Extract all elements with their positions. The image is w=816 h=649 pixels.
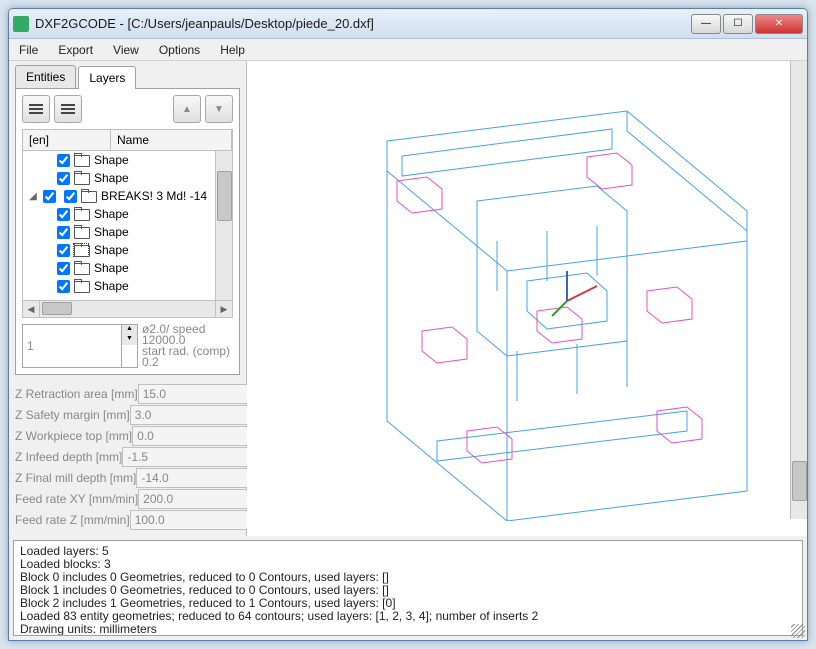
- menubar: File Export View Options Help: [9, 39, 807, 61]
- row-name: Shape: [94, 153, 129, 167]
- row-checkbox[interactable]: [57, 262, 70, 275]
- window-title: DXF2GCODE - [C:/Users/jeanpauls/Desktop/…: [35, 16, 691, 31]
- tool-info: ø2.0/ speed 12000.0 start rad. (comp) 0.…: [138, 324, 233, 368]
- folder-icon: [74, 154, 88, 166]
- menu-options[interactable]: Options: [155, 41, 204, 59]
- param-label: Z Workpiece top [mm]: [15, 429, 132, 443]
- row-checkbox-2[interactable]: [64, 190, 77, 203]
- row-name: Shape: [94, 207, 129, 221]
- resize-grip-icon[interactable]: [791, 624, 805, 638]
- param-label: Z Final mill depth [mm]: [15, 471, 136, 485]
- tool-spinner-row: ▲▼ ø2.0/ speed 12000.0 start rad. (comp)…: [22, 324, 233, 368]
- row-name: Shape: [94, 243, 129, 257]
- param-label: Feed rate XY [mm/min]: [15, 492, 138, 506]
- close-button[interactable]: ✕: [755, 14, 803, 34]
- param-row: Z Safety margin [mm]: [15, 404, 240, 425]
- row-checkbox[interactable]: [57, 154, 70, 167]
- move-down-button[interactable]: [205, 95, 233, 123]
- viewport-vscrollbar[interactable]: [790, 61, 807, 519]
- titlebar[interactable]: DXF2GCODE - [C:/Users/jeanpauls/Desktop/…: [9, 9, 807, 39]
- tree-row[interactable]: ◢ BREAKS! 3 Md! -14: [23, 187, 232, 205]
- menu-help[interactable]: Help: [216, 41, 249, 59]
- app-icon: [13, 16, 29, 32]
- param-row: Feed rate Z [mm/min]: [15, 509, 240, 530]
- tree-header: [en] Name: [22, 129, 233, 151]
- tree-row[interactable]: Shape: [23, 241, 232, 259]
- folder-icon: [74, 226, 88, 238]
- param-row: Z Final mill depth [mm]: [15, 467, 240, 488]
- folder-icon: [74, 280, 88, 292]
- folder-icon: [74, 172, 88, 184]
- folder-icon: [74, 208, 88, 220]
- row-name: Shape: [94, 225, 129, 239]
- window-buttons: — ☐ ✕: [691, 14, 803, 34]
- minimize-button[interactable]: —: [691, 14, 721, 34]
- row-checkbox[interactable]: [57, 172, 70, 185]
- left-panel: Entities Layers [en] Name Shape Shape ◢ BRE…: [9, 61, 247, 536]
- param-label: Z Retraction area [mm]: [15, 387, 138, 401]
- spinner-buttons[interactable]: ▲▼: [122, 324, 138, 368]
- viewport-3d[interactable]: [247, 61, 807, 536]
- row-name: Shape: [94, 261, 129, 275]
- menu-export[interactable]: Export: [54, 41, 97, 59]
- row-checkbox[interactable]: [57, 280, 70, 293]
- tree-hscrollbar[interactable]: ◀ ▶: [22, 301, 233, 318]
- tree-body: Shape Shape ◢ BREAKS! 3 Md! -14 Shape Shape Sh…: [22, 151, 233, 301]
- layers-toolbar: [22, 95, 233, 123]
- param-row: Z Retraction area [mm]: [15, 383, 240, 404]
- tree-row[interactable]: Shape: [23, 151, 232, 169]
- tab-entities[interactable]: Entities: [15, 65, 76, 88]
- expand-icon[interactable]: ◢: [27, 191, 39, 202]
- hscroll-right-icon[interactable]: ▶: [215, 301, 232, 317]
- row-checkbox[interactable]: [57, 226, 70, 239]
- tree-row[interactable]: Shape: [23, 223, 232, 241]
- param-row: Feed rate XY [mm/min]: [15, 488, 240, 509]
- tool-number-input[interactable]: [22, 324, 122, 368]
- param-row: Z Infeed depth [mm]: [15, 446, 240, 467]
- folder-icon: [81, 190, 95, 202]
- row-checkbox[interactable]: [57, 244, 70, 257]
- console-line: Loaded layers: 5: [20, 545, 796, 558]
- folder-icon: [74, 244, 88, 256]
- parameters-panel: Z Retraction area [mm] Z Safety margin [m…: [15, 383, 240, 530]
- console-line: Drawing units: millimeters: [20, 623, 796, 636]
- app-window: DXF2GCODE - [C:/Users/jeanpauls/Desktop/…: [8, 8, 808, 641]
- console-output[interactable]: Loaded layers: 5Loaded blocks: 3Block 0 …: [13, 540, 803, 636]
- folder-icon: [74, 262, 88, 274]
- tree-row[interactable]: Shape: [23, 169, 232, 187]
- param-label: Feed rate Z [mm/min]: [15, 513, 130, 527]
- param-label: Z Infeed depth [mm]: [15, 450, 122, 464]
- maximize-button[interactable]: ☐: [723, 14, 753, 34]
- drawing-canvas[interactable]: [247, 61, 787, 521]
- collapse-button[interactable]: [22, 95, 50, 123]
- param-label: Z Safety margin [mm]: [15, 408, 130, 422]
- move-up-button[interactable]: [173, 95, 201, 123]
- tabs-row: Entities Layers: [9, 61, 246, 88]
- row-name: Shape: [94, 279, 129, 293]
- tree-row[interactable]: Shape: [23, 277, 232, 295]
- layers-tab-body: [en] Name ShapeShape◢BREAKS! 3 Md! -14Sh…: [15, 88, 240, 375]
- menu-view[interactable]: View: [109, 41, 143, 59]
- tree-row[interactable]: Shape: [23, 205, 232, 223]
- row-name: Shape: [94, 171, 129, 185]
- tree-row[interactable]: Shape: [23, 259, 232, 277]
- menu-file[interactable]: File: [15, 41, 42, 59]
- axis-gizmo: [552, 271, 597, 316]
- tab-layers[interactable]: Layers: [78, 66, 136, 89]
- row-name: BREAKS! 3 Md! -14: [101, 189, 207, 203]
- content-area: Entities Layers [en] Name Shape Shape ◢ BRE…: [9, 61, 807, 536]
- col-header-en[interactable]: [en]: [23, 130, 111, 150]
- expand-button[interactable]: [54, 95, 82, 123]
- row-checkbox[interactable]: [43, 190, 56, 203]
- col-header-name[interactable]: Name: [111, 130, 232, 150]
- tree-vscrollbar[interactable]: [215, 151, 232, 300]
- hscroll-left-icon[interactable]: ◀: [23, 301, 40, 317]
- row-checkbox[interactable]: [57, 208, 70, 221]
- param-row: Z Workpiece top [mm]: [15, 425, 240, 446]
